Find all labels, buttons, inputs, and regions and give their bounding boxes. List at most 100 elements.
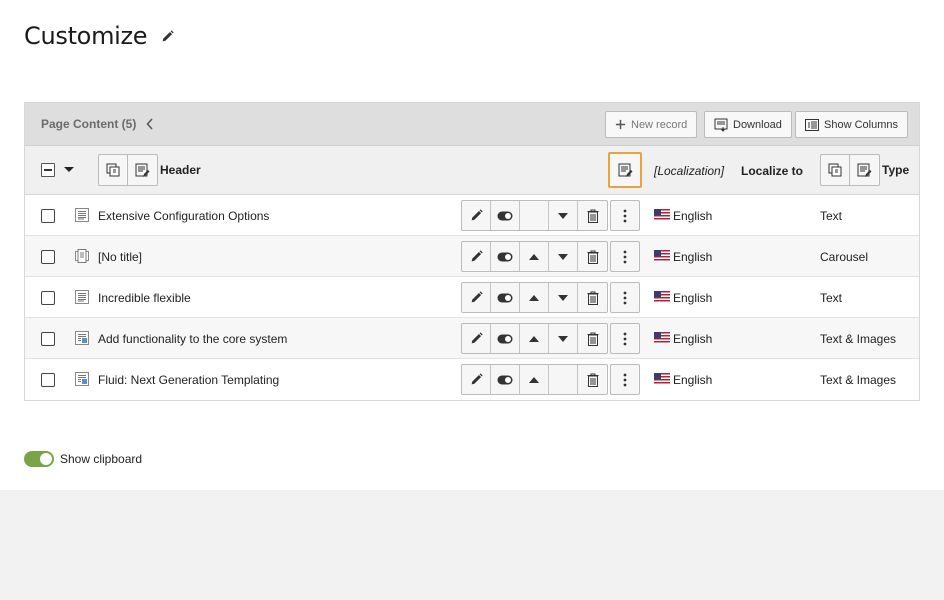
- more-options-button[interactable]: [610, 241, 640, 272]
- delete-button[interactable]: [578, 242, 607, 271]
- pencil-icon[interactable]: [159, 28, 175, 44]
- move-up-button[interactable]: [520, 283, 549, 312]
- show-columns-button[interactable]: Show Columns: [795, 111, 908, 138]
- row-checkbox[interactable]: [41, 373, 55, 387]
- text-image-content-icon: [75, 372, 89, 386]
- column-header-type[interactable]: Type: [882, 163, 909, 177]
- trash-icon: [587, 332, 598, 346]
- visibility-toggle-button[interactable]: [491, 283, 520, 312]
- type-actions-group: [820, 154, 880, 186]
- row-checkbox[interactable]: [41, 332, 55, 346]
- move-down-button[interactable]: [549, 242, 578, 271]
- more-options-button[interactable]: [610, 364, 640, 395]
- text-content-icon: [75, 208, 89, 222]
- download-button[interactable]: Download: [704, 111, 792, 138]
- move-down-button[interactable]: [549, 324, 578, 353]
- arrow-up-icon: [529, 253, 539, 260]
- row-checkbox[interactable]: [41, 209, 55, 223]
- row-title[interactable]: Incredible flexible: [98, 291, 191, 305]
- delete-button[interactable]: [578, 201, 607, 230]
- copy-type-button[interactable]: [821, 155, 850, 185]
- row-checkbox[interactable]: [41, 250, 55, 264]
- more-vertical-icon: [623, 373, 627, 386]
- row-actions-group: [461, 241, 608, 272]
- header-actions-group: [98, 154, 158, 186]
- row-type: Text: [820, 291, 843, 305]
- more-options-button[interactable]: [610, 282, 640, 313]
- edit-button[interactable]: [462, 201, 491, 230]
- edit-button[interactable]: [462, 242, 491, 271]
- column-header-title[interactable]: Header: [160, 163, 201, 177]
- edit-button[interactable]: [462, 283, 491, 312]
- new-record-button[interactable]: New record: [605, 111, 698, 138]
- column-header-localization: [Localization]: [654, 164, 725, 178]
- move-up-button[interactable]: [520, 242, 549, 271]
- row-actions-group: [461, 364, 608, 395]
- copy-all-button[interactable]: [99, 155, 128, 185]
- panel-title: Page Content (5): [41, 117, 137, 131]
- edit-columns-icon: [857, 163, 872, 177]
- edit-all-button[interactable]: [128, 155, 157, 185]
- delete-button[interactable]: [578, 324, 607, 353]
- pencil-icon: [471, 209, 483, 221]
- edit-button[interactable]: [462, 324, 491, 353]
- panel-title-toggle[interactable]: Page Content (5): [41, 117, 154, 131]
- select-all-checkbox[interactable]: [41, 163, 55, 177]
- move-down-button[interactable]: [549, 283, 578, 312]
- more-vertical-icon: [623, 332, 627, 345]
- page-header: Customize: [24, 22, 175, 50]
- edit-type-button[interactable]: [850, 155, 879, 185]
- more-options-button[interactable]: [610, 323, 640, 354]
- visibility-toggle-button[interactable]: [491, 365, 520, 394]
- visibility-toggle-button[interactable]: [491, 324, 520, 353]
- us-flag-icon: [654, 250, 670, 262]
- move-up-button[interactable]: [520, 365, 549, 394]
- arrow-down-icon: [558, 253, 568, 260]
- toggle-on-icon: [497, 334, 513, 343]
- edit-button[interactable]: [462, 365, 491, 394]
- arrow-down-icon: [558, 212, 568, 219]
- more-options-button[interactable]: [610, 200, 640, 231]
- row-title[interactable]: Add functionality to the core system: [98, 332, 287, 346]
- move-up-button[interactable]: [520, 324, 549, 353]
- more-vertical-icon: [623, 250, 627, 263]
- row-title[interactable]: Fluid: Next Generation Templating: [98, 373, 279, 387]
- row-checkbox[interactable]: [41, 291, 55, 305]
- page-content-panel: Page Content (5) New record Download Sho…: [24, 102, 920, 401]
- delete-button[interactable]: [578, 365, 607, 394]
- us-flag-icon: [654, 291, 670, 303]
- visibility-toggle-button[interactable]: [491, 201, 520, 230]
- plus-icon: [615, 119, 626, 130]
- row-type: Carousel: [820, 250, 869, 264]
- toggle-on-icon: [497, 252, 513, 261]
- new-record-label: New record: [631, 118, 688, 131]
- trash-icon: [587, 209, 598, 223]
- us-flag-icon: [654, 209, 670, 221]
- move-up-placeholder: [520, 201, 549, 230]
- row-title[interactable]: [No title]: [98, 250, 142, 264]
- edit-column-button[interactable]: [608, 152, 642, 188]
- edit-columns-icon: [618, 163, 632, 177]
- table-row: Incredible flexible English Text: [25, 277, 919, 318]
- caret-down-icon[interactable]: [64, 167, 74, 172]
- toggle-on-icon: [497, 211, 513, 220]
- pencil-icon: [471, 332, 483, 344]
- panel-header: Page Content (5) New record Download Sho…: [25, 103, 919, 146]
- table-column-header: Header [Localization] Localize to Type: [25, 146, 919, 195]
- move-down-placeholder: [549, 365, 578, 394]
- toggle-on-icon: [497, 293, 513, 302]
- move-down-button[interactable]: [549, 201, 578, 230]
- delete-button[interactable]: [578, 283, 607, 312]
- row-actions-group: [461, 282, 608, 313]
- row-actions-group: [461, 323, 608, 354]
- table-row: [No title] English Carousel: [25, 236, 919, 277]
- pencil-icon: [471, 291, 483, 303]
- toggle-on-icon: [497, 375, 513, 384]
- text-content-icon: [75, 290, 89, 304]
- row-language: English: [673, 332, 713, 346]
- pencil-icon: [471, 373, 483, 385]
- clipboard-toggle[interactable]: [24, 451, 54, 467]
- row-language: English: [673, 291, 713, 305]
- visibility-toggle-button[interactable]: [491, 242, 520, 271]
- row-title[interactable]: Extensive Configuration Options: [98, 209, 269, 223]
